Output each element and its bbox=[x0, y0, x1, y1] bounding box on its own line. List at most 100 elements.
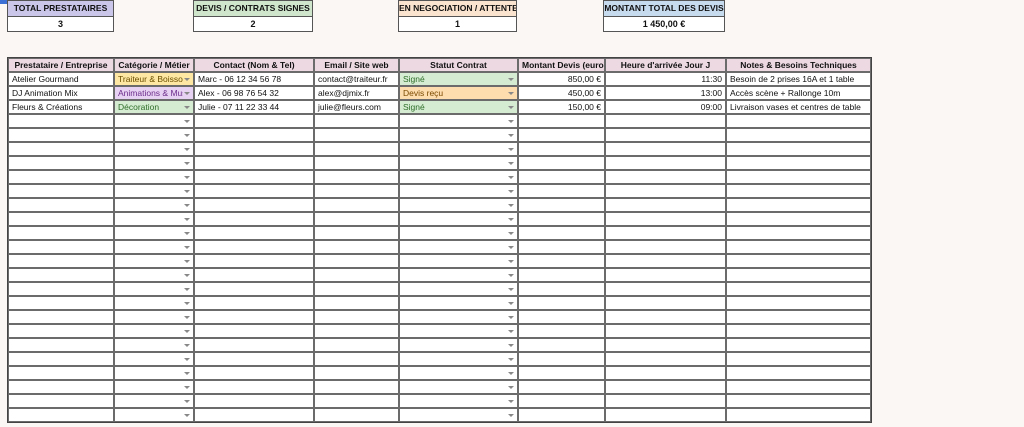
status-dropdown[interactable] bbox=[399, 352, 518, 366]
dropdown-arrow-icon[interactable] bbox=[508, 106, 514, 109]
status-dropdown[interactable] bbox=[399, 240, 518, 254]
category-dropdown[interactable] bbox=[114, 114, 194, 128]
status-dropdown[interactable] bbox=[399, 128, 518, 142]
cell-email[interactable] bbox=[314, 380, 399, 394]
dropdown-arrow-icon[interactable] bbox=[508, 274, 514, 277]
cell-email[interactable] bbox=[314, 408, 399, 422]
category-dropdown[interactable] bbox=[114, 254, 194, 268]
status-dropdown[interactable] bbox=[399, 142, 518, 156]
status-dropdown[interactable] bbox=[399, 212, 518, 226]
cell-notes[interactable] bbox=[726, 170, 871, 184]
cell-notes[interactable] bbox=[726, 184, 871, 198]
cell-email[interactable]: alex@djmix.fr bbox=[314, 86, 399, 100]
cell-heure[interactable] bbox=[605, 352, 726, 366]
cell-heure[interactable] bbox=[605, 338, 726, 352]
status-dropdown[interactable] bbox=[399, 114, 518, 128]
status-dropdown[interactable]: Signé bbox=[399, 72, 518, 86]
cell-notes[interactable] bbox=[726, 394, 871, 408]
cell-email[interactable] bbox=[314, 212, 399, 226]
dropdown-arrow-icon[interactable] bbox=[184, 232, 190, 235]
cell-email[interactable] bbox=[314, 282, 399, 296]
cell-prestataire[interactable] bbox=[8, 226, 114, 240]
status-dropdown[interactable] bbox=[399, 394, 518, 408]
cell-prestataire[interactable] bbox=[8, 128, 114, 142]
status-dropdown[interactable] bbox=[399, 184, 518, 198]
col-header-prestataire[interactable]: Prestataire / Entreprise bbox=[8, 58, 114, 72]
cell-heure[interactable] bbox=[605, 114, 726, 128]
cell-contact[interactable] bbox=[194, 254, 314, 268]
cell-prestataire[interactable] bbox=[8, 254, 114, 268]
dropdown-arrow-icon[interactable] bbox=[508, 92, 514, 95]
cell-prestataire[interactable] bbox=[8, 114, 114, 128]
cell-notes[interactable] bbox=[726, 114, 871, 128]
cell-email[interactable] bbox=[314, 254, 399, 268]
category-dropdown[interactable] bbox=[114, 226, 194, 240]
status-dropdown[interactable] bbox=[399, 380, 518, 394]
dropdown-arrow-icon[interactable] bbox=[508, 414, 514, 417]
dropdown-arrow-icon[interactable] bbox=[184, 260, 190, 263]
category-dropdown[interactable] bbox=[114, 366, 194, 380]
status-dropdown[interactable] bbox=[399, 170, 518, 184]
cell-contact[interactable] bbox=[194, 380, 314, 394]
col-header-categorie[interactable]: Catégorie / Métier bbox=[114, 58, 194, 72]
cell-montant[interactable] bbox=[518, 212, 605, 226]
cell-heure[interactable] bbox=[605, 184, 726, 198]
cell-prestataire[interactable] bbox=[8, 338, 114, 352]
cell-email[interactable]: contact@traiteur.fr bbox=[314, 72, 399, 86]
cell-email[interactable] bbox=[314, 310, 399, 324]
cell-prestataire[interactable] bbox=[8, 198, 114, 212]
cell-email[interactable] bbox=[314, 198, 399, 212]
status-dropdown[interactable] bbox=[399, 338, 518, 352]
dropdown-arrow-icon[interactable] bbox=[508, 344, 514, 347]
cell-notes[interactable] bbox=[726, 296, 871, 310]
category-dropdown[interactable] bbox=[114, 128, 194, 142]
dropdown-arrow-icon[interactable] bbox=[508, 260, 514, 263]
status-dropdown[interactable] bbox=[399, 310, 518, 324]
cell-contact[interactable] bbox=[194, 212, 314, 226]
cell-montant[interactable]: 150,00 € bbox=[518, 100, 605, 114]
category-dropdown[interactable] bbox=[114, 170, 194, 184]
dropdown-arrow-icon[interactable] bbox=[184, 148, 190, 151]
cell-heure[interactable] bbox=[605, 156, 726, 170]
cell-heure[interactable] bbox=[605, 324, 726, 338]
dropdown-arrow-icon[interactable] bbox=[508, 78, 514, 81]
cell-montant[interactable] bbox=[518, 394, 605, 408]
cell-contact[interactable] bbox=[194, 226, 314, 240]
cell-prestataire[interactable] bbox=[8, 380, 114, 394]
cell-contact[interactable] bbox=[194, 142, 314, 156]
cell-prestataire[interactable] bbox=[8, 142, 114, 156]
cell-heure[interactable] bbox=[605, 142, 726, 156]
cell-contact[interactable] bbox=[194, 324, 314, 338]
cell-contact[interactable] bbox=[194, 156, 314, 170]
cell-heure[interactable]: 09:00 bbox=[605, 100, 726, 114]
category-dropdown[interactable] bbox=[114, 240, 194, 254]
cell-montant[interactable] bbox=[518, 114, 605, 128]
dropdown-arrow-icon[interactable] bbox=[184, 106, 190, 109]
category-dropdown[interactable] bbox=[114, 282, 194, 296]
cell-prestataire[interactable] bbox=[8, 408, 114, 422]
cell-contact[interactable] bbox=[194, 408, 314, 422]
cell-heure[interactable] bbox=[605, 128, 726, 142]
dropdown-arrow-icon[interactable] bbox=[508, 372, 514, 375]
cell-heure[interactable] bbox=[605, 408, 726, 422]
cell-contact[interactable] bbox=[194, 268, 314, 282]
cell-notes[interactable] bbox=[726, 366, 871, 380]
category-dropdown[interactable] bbox=[114, 156, 194, 170]
kpi-value[interactable]: 1 450,00 € bbox=[603, 16, 725, 32]
cell-notes[interactable] bbox=[726, 254, 871, 268]
dropdown-arrow-icon[interactable] bbox=[184, 414, 190, 417]
cell-notes[interactable] bbox=[726, 240, 871, 254]
cell-contact[interactable] bbox=[194, 184, 314, 198]
dropdown-arrow-icon[interactable] bbox=[508, 120, 514, 123]
category-dropdown[interactable] bbox=[114, 184, 194, 198]
cell-contact[interactable] bbox=[194, 394, 314, 408]
dropdown-arrow-icon[interactable] bbox=[508, 176, 514, 179]
dropdown-arrow-icon[interactable] bbox=[184, 316, 190, 319]
cell-contact[interactable] bbox=[194, 128, 314, 142]
cell-prestataire[interactable] bbox=[8, 296, 114, 310]
category-dropdown[interactable] bbox=[114, 380, 194, 394]
status-dropdown[interactable] bbox=[399, 156, 518, 170]
dropdown-arrow-icon[interactable] bbox=[508, 330, 514, 333]
cell-montant[interactable] bbox=[518, 380, 605, 394]
cell-prestataire[interactable] bbox=[8, 268, 114, 282]
